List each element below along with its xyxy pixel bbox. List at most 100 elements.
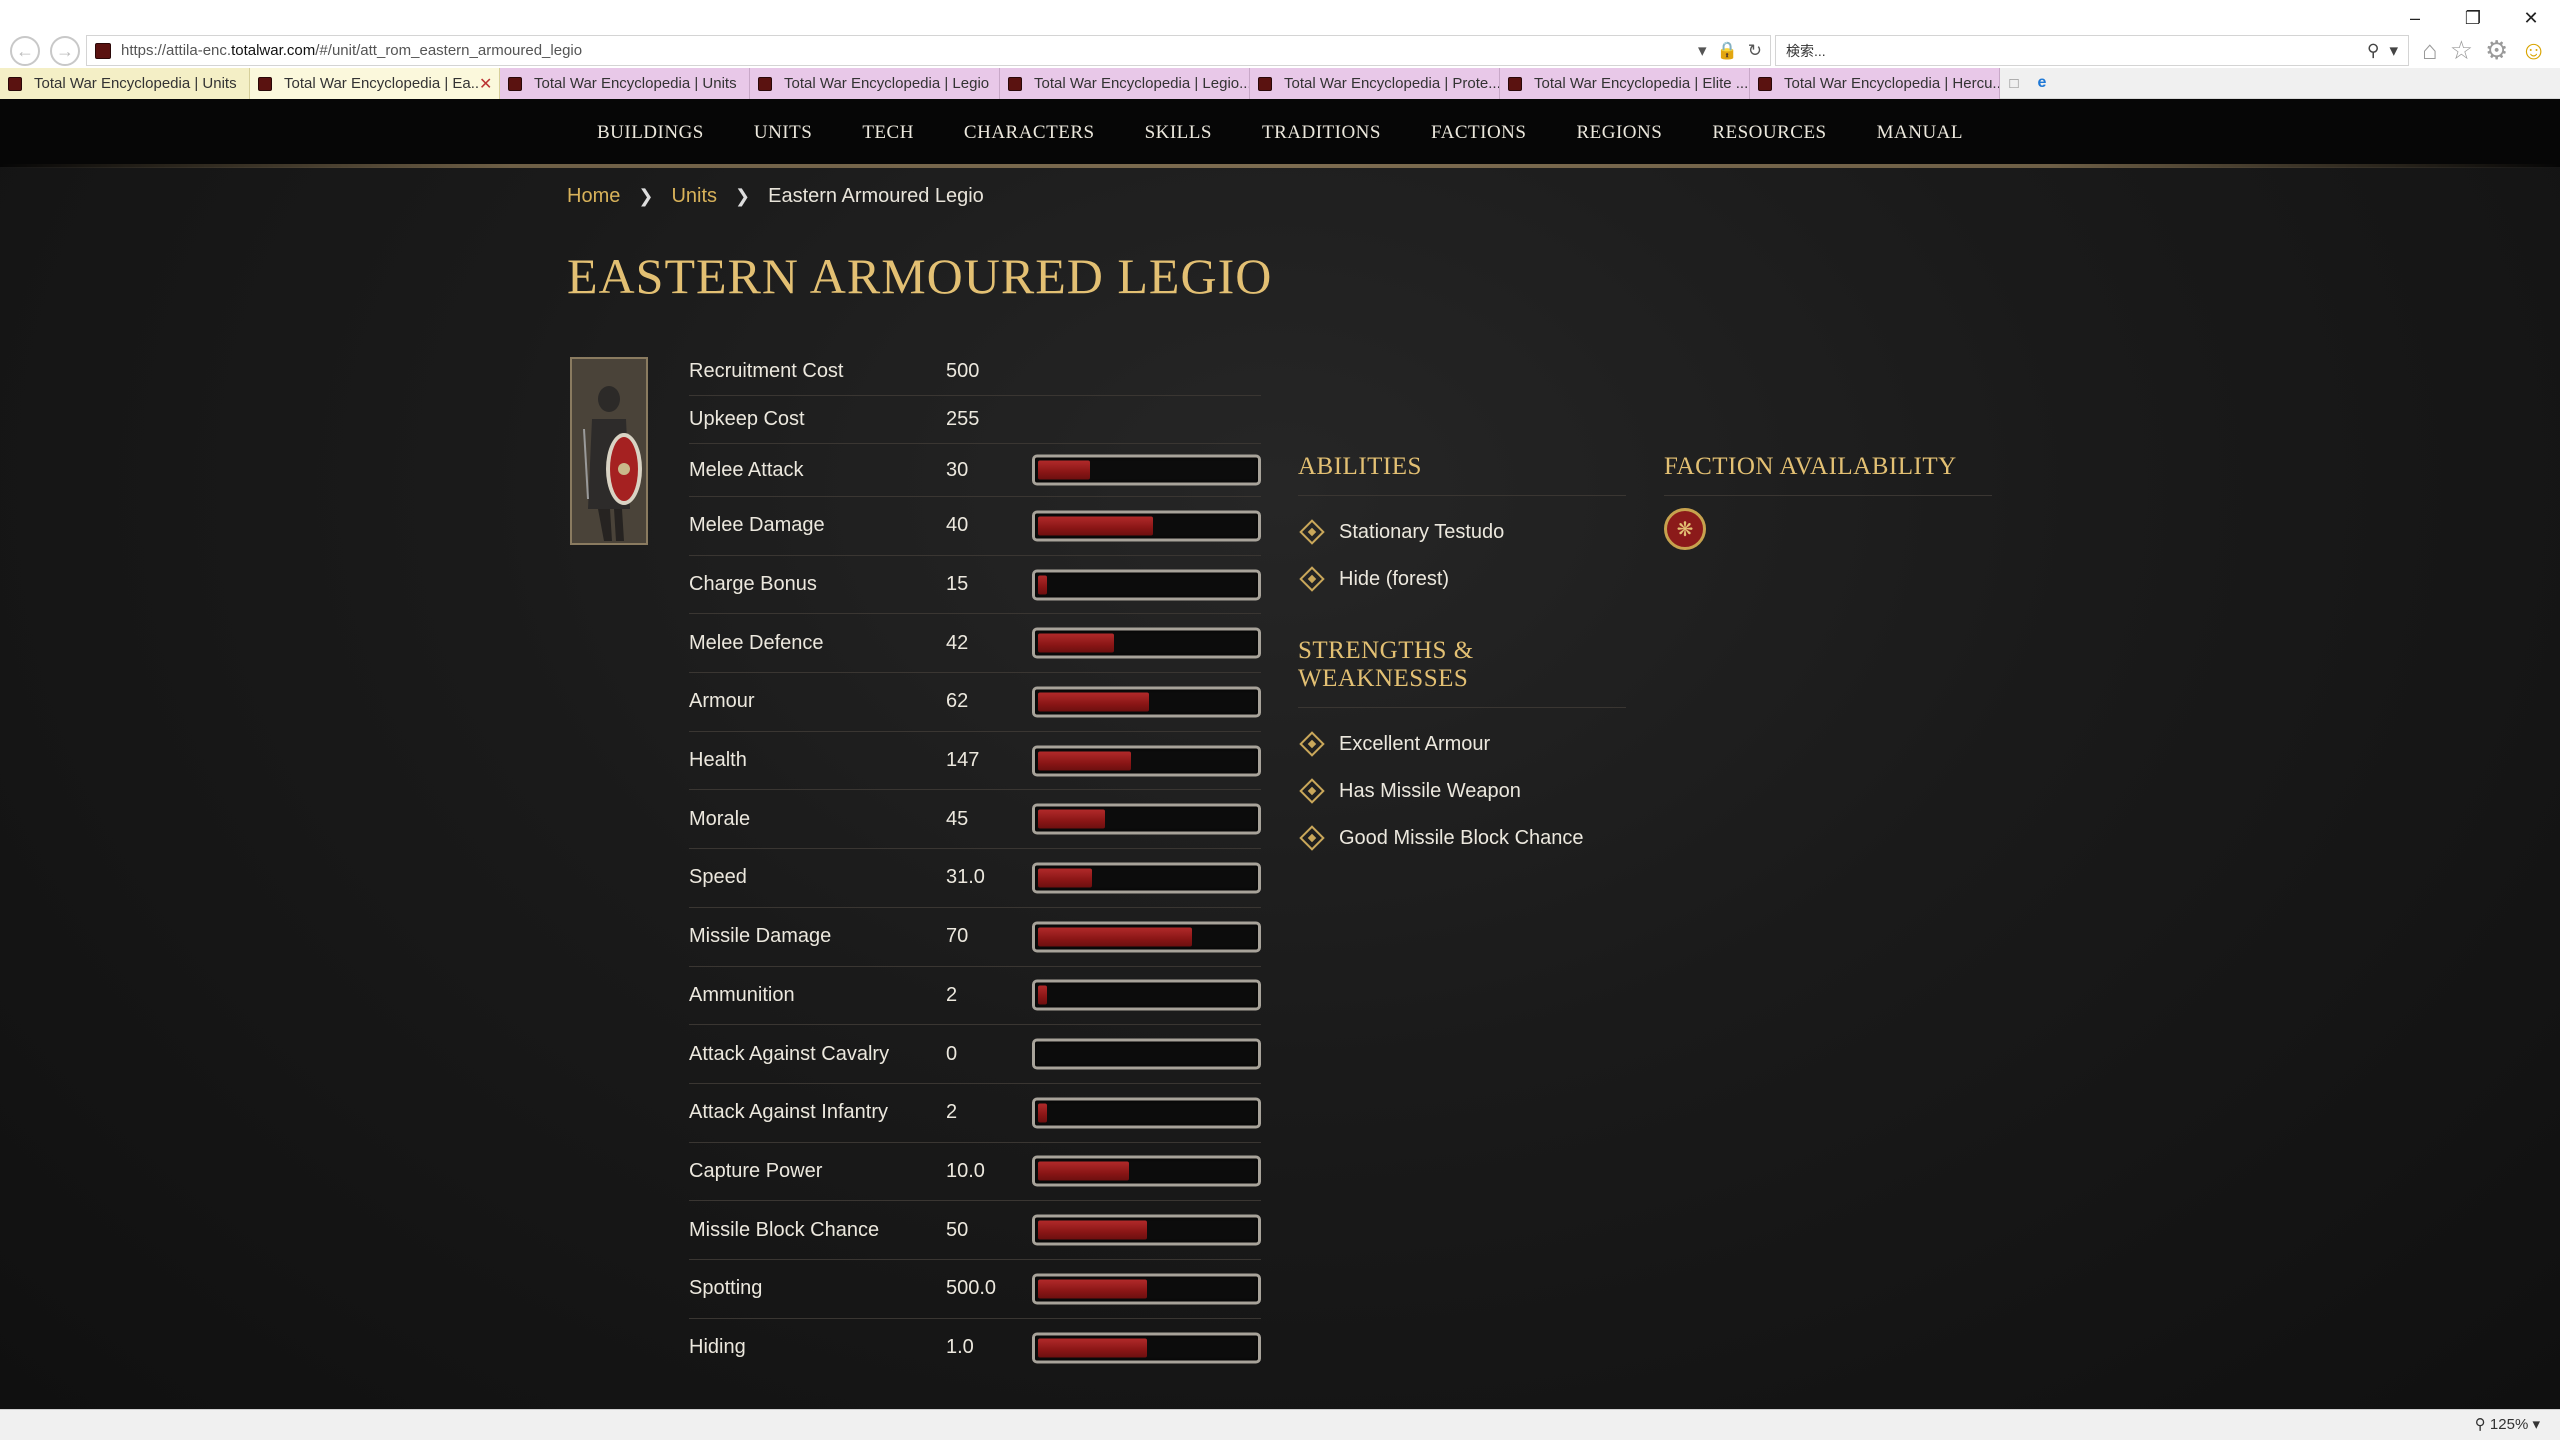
search-dropdown-icon[interactable]: ▾ — [2389, 41, 2398, 61]
dropdown-icon[interactable]: ▾ — [1698, 41, 1707, 61]
back-button[interactable]: ← — [10, 36, 40, 66]
stat-value: 255 — [946, 408, 980, 430]
search-input[interactable]: 検索... — [1786, 41, 2367, 61]
stat-bar — [1032, 1155, 1261, 1187]
stat-label: Melee Defence — [689, 631, 824, 654]
stat-value: 40 — [946, 514, 969, 537]
nav-regions[interactable]: REGIONS — [1576, 122, 1662, 144]
refresh-icon[interactable]: ↻ — [1748, 41, 1762, 61]
new-tab-button[interactable]: □ — [2000, 68, 2028, 98]
zoom-level[interactable]: ⚲ 125% ▾ — [2475, 1415, 2540, 1433]
new-tab-icon: □ — [2009, 74, 2019, 92]
stat-bar — [1032, 1038, 1261, 1070]
stat-value: 30 — [946, 458, 969, 481]
ability-item[interactable]: Hide (forest) — [1298, 565, 1626, 593]
favorites-star-icon[interactable]: ☆ — [2450, 35, 2473, 66]
diamond-bullet-icon — [1299, 731, 1325, 757]
lock-icon[interactable]: 🔒 — [1717, 41, 1738, 61]
eagle-emblem-icon[interactable]: ❋ — [1664, 508, 1706, 550]
forward-button[interactable]: → — [50, 36, 80, 66]
address-bar[interactable]: https://attila-enc.totalwar.com/#/unit/a… — [86, 35, 1771, 66]
browser-tab[interactable]: Total War Encyclopedia | Elite ... — [1500, 68, 1750, 99]
stat-bar — [1032, 1214, 1261, 1246]
url-text[interactable]: https://attila-enc.totalwar.com/#/unit/a… — [121, 42, 1698, 59]
minimize-button[interactable]: – — [2386, 0, 2444, 36]
restore-button[interactable]: ❐ — [2444, 0, 2502, 36]
stat-bar — [1032, 745, 1261, 777]
stat-row: Melee Attack 30 — [689, 444, 1261, 497]
stat-bar-fill — [1038, 1220, 1147, 1240]
stat-label: Melee Damage — [689, 514, 825, 537]
breadcrumb-units[interactable]: Units — [671, 185, 717, 208]
chevron-right-icon: ❯ — [735, 186, 751, 206]
tab-favicon-icon — [1508, 76, 1522, 91]
abilities-title: ABILITIES — [1298, 453, 1626, 496]
stat-bar-fill — [1038, 692, 1149, 712]
stat-value: 10.0 — [946, 1159, 985, 1182]
chevron-right-icon: ❯ — [638, 186, 654, 206]
stat-bar-fill — [1038, 1338, 1147, 1358]
close-window-button[interactable]: ✕ — [2502, 0, 2560, 36]
stat-value: 15 — [946, 573, 969, 596]
nav-factions[interactable]: FACTIONS — [1431, 122, 1527, 144]
stat-row: Melee Defence 42 — [689, 614, 1261, 674]
strength-item: Has Missile Weapon — [1298, 777, 1626, 805]
ability-item[interactable]: Stationary Testudo — [1298, 518, 1626, 546]
breadcrumb-home[interactable]: Home — [567, 185, 620, 208]
stat-row: Attack Against Cavalry 0 — [689, 1025, 1261, 1084]
stat-bar-fill — [1038, 1103, 1047, 1123]
stat-label: Health — [689, 749, 747, 772]
toolbar-icons: ⌂ ☆ ⚙ ☺ — [2422, 35, 2547, 66]
stat-row: Hiding 1.0 — [689, 1319, 1261, 1378]
nav-traditions[interactable]: TRADITIONS — [1262, 122, 1381, 144]
nav-characters[interactable]: CHARACTERS — [964, 122, 1095, 144]
stat-row: Health 147 — [689, 732, 1261, 791]
nav-manual[interactable]: MANUAL — [1877, 122, 1963, 144]
gear-icon[interactable]: ⚙ — [2485, 35, 2508, 66]
nav-tech[interactable]: TECH — [862, 122, 914, 144]
stat-row: Missile Damage 70 — [689, 908, 1261, 967]
stat-value: 42 — [946, 631, 969, 654]
search-bar[interactable]: 検索... ⚲ ▾ — [1775, 35, 2409, 66]
stat-value: 1.0 — [946, 1336, 974, 1359]
forward-arrow-icon: → — [56, 40, 74, 61]
stat-label: Spotting — [689, 1277, 763, 1300]
stat-label: Charge Bonus — [689, 573, 817, 596]
stat-row: Melee Damage 40 — [689, 497, 1261, 556]
tab-favicon-icon — [8, 76, 22, 91]
browser-tab[interactable]: Total War Encyclopedia | Prote... — [1250, 68, 1500, 99]
stat-label: Attack Against Infantry — [689, 1101, 888, 1124]
breadcrumb: Home ❯ Units ❯ Eastern Armoured Legio — [567, 185, 984, 208]
nav-resources[interactable]: RESOURCES — [1712, 122, 1826, 144]
tab-strip: Total War Encyclopedia | Units Total War… — [0, 68, 2560, 99]
home-icon[interactable]: ⌂ — [2422, 35, 2438, 66]
page-title: EASTERN ARMOURED LEGIO — [567, 248, 1273, 304]
stat-label: Upkeep Cost — [689, 408, 805, 430]
stat-bar-fill — [1038, 633, 1114, 653]
browser-tab[interactable]: Total War Encyclopedia | Hercu... — [1750, 68, 2000, 99]
diamond-bullet-icon — [1299, 778, 1325, 804]
ie-browser-icon[interactable]: e — [2028, 68, 2056, 98]
stat-row: Ammunition 2 — [689, 967, 1261, 1026]
browser-tab[interactable]: Total War Encyclopedia | Units — [0, 68, 250, 99]
abilities-section: ABILITIES Stationary Testudo Hide (fores… — [1298, 453, 1626, 593]
stat-row: Charge Bonus 15 — [689, 556, 1261, 615]
stat-bar-fill — [1038, 575, 1047, 595]
search-icon[interactable]: ⚲ — [2367, 41, 2379, 61]
page-content: BUILDINGS UNITS TECH CHARACTERS SKILLS T… — [0, 99, 2560, 1409]
browser-tab-active[interactable]: Total War Encyclopedia | Ea... ✕ — [250, 68, 500, 99]
diamond-bullet-icon — [1299, 566, 1325, 592]
browser-tab[interactable]: Total War Encyclopedia | Legio — [750, 68, 1000, 99]
browser-tab[interactable]: Total War Encyclopedia | Units — [500, 68, 750, 99]
nav-buildings[interactable]: BUILDINGS — [597, 122, 704, 144]
stat-row: Speed 31.0 — [689, 849, 1261, 908]
nav-units[interactable]: UNITS — [754, 122, 812, 144]
tab-close-icon[interactable]: ✕ — [479, 74, 495, 94]
feedback-smiley-icon[interactable]: ☺ — [2520, 35, 2547, 66]
browser-tab[interactable]: Total War Encyclopedia | Legio... — [1000, 68, 1250, 99]
nav-skills[interactable]: SKILLS — [1145, 122, 1212, 144]
stat-bar — [1032, 686, 1261, 718]
stat-bar-fill — [1038, 751, 1132, 771]
stat-value: 62 — [946, 690, 969, 713]
stat-row: Morale 45 — [689, 790, 1261, 850]
